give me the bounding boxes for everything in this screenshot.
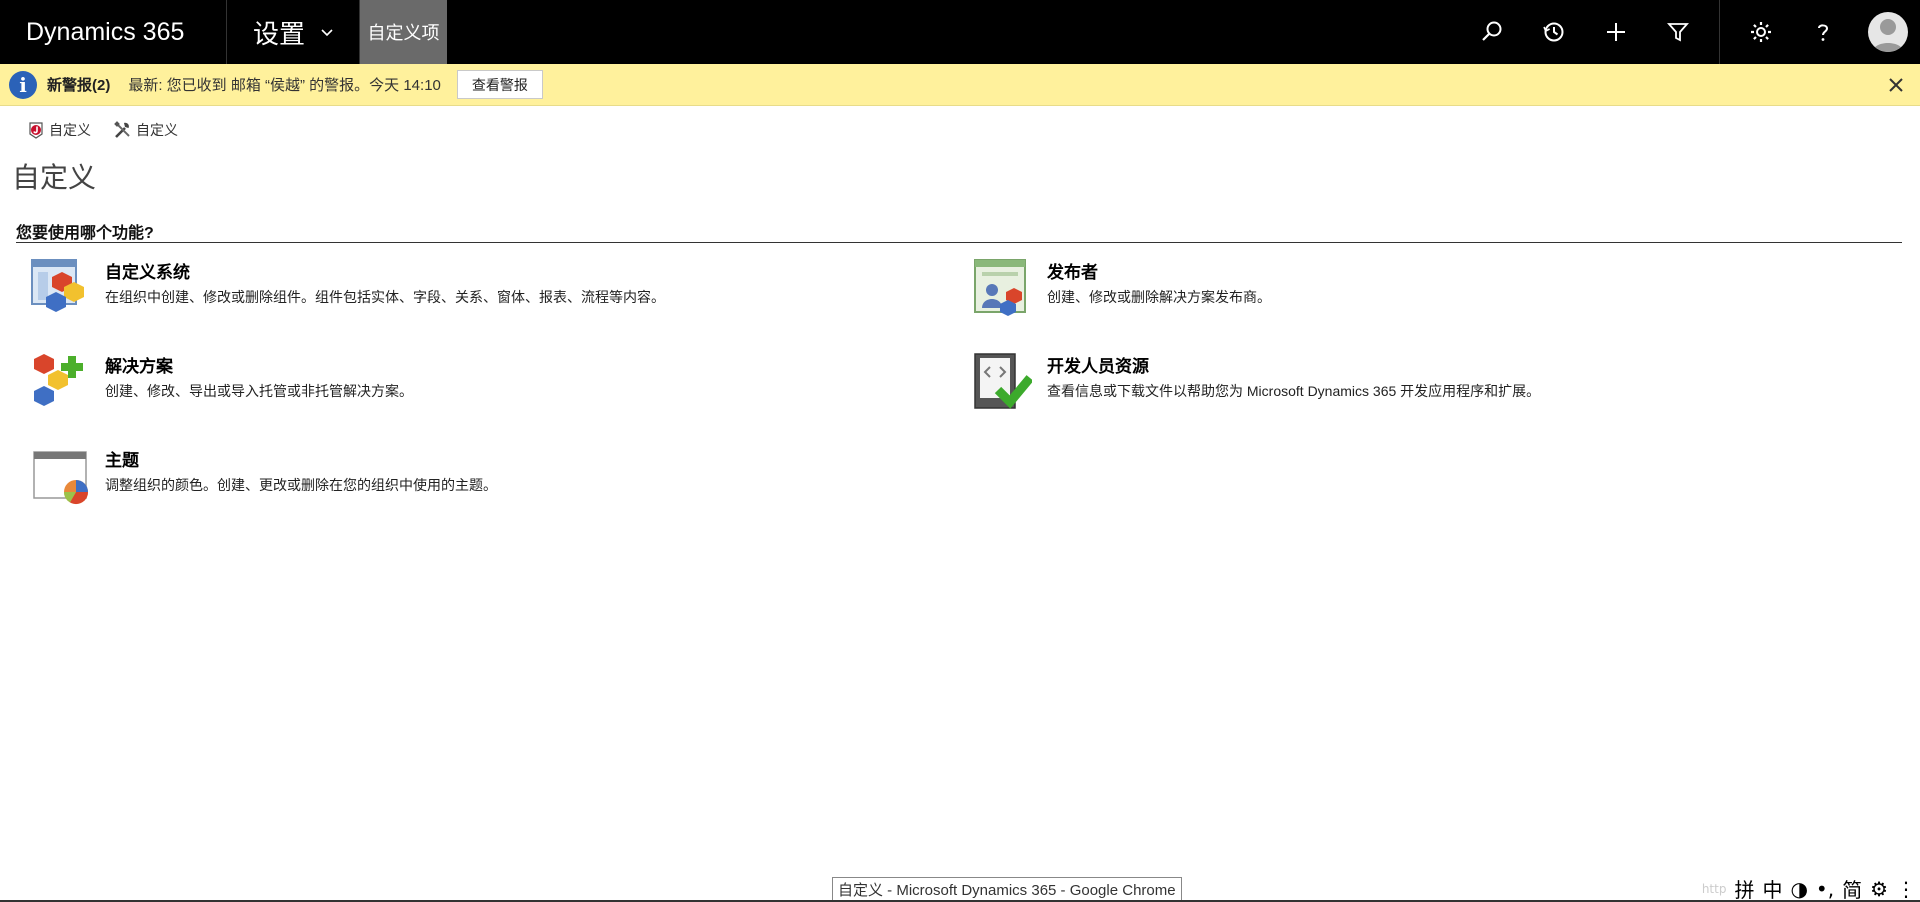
avatar-icon [1873, 19, 1903, 52]
ime-punctuation-icon[interactable]: •, [1816, 877, 1834, 901]
ime-width-icon[interactable]: ◑ [1790, 877, 1807, 901]
ime-pinyin-icon[interactable]: 拼 [1734, 874, 1754, 902]
area-selector[interactable]: 设置 [227, 0, 360, 64]
alert-close-button[interactable] [1884, 73, 1908, 97]
advanced-find-button[interactable] [1647, 0, 1709, 64]
view-alerts-button[interactable]: 查看警报 [456, 70, 543, 99]
info-icon: i [9, 70, 37, 99]
themes-icon [33, 451, 88, 505]
ime-faint-text: http [1701, 881, 1727, 896]
alert-message: 最新: 您已收到 邮箱 “侯越” 的警报。今天 14:10 [128, 77, 441, 94]
solutions-icon [34, 354, 83, 406]
search-icon [1482, 21, 1502, 41]
chevron-down-icon [321, 29, 333, 37]
feature-developer-resources[interactable]: 开发人员资源 查看信息或下载文件以帮助您为 Microsoft Dynamics… [972, 352, 1540, 412]
command-solution-label: 自定义 [49, 122, 91, 138]
feature-themes[interactable]: 主题 调整组织的颜色。创建、更改或删除在您的组织中使用的主题。 [30, 446, 497, 506]
app-brand[interactable]: Dynamics 365 [0, 0, 227, 64]
feature-title: 发布者 [1047, 263, 1098, 282]
feature-publishers[interactable]: 发布者 创建、修改或删除解决方案发布商。 [972, 258, 1271, 318]
customize-system-icon [31, 259, 84, 312]
breadcrumb-customizations[interactable]: 自定义项 [360, 0, 447, 64]
ime-settings-icon[interactable]: ⚙ [1870, 877, 1888, 901]
feature-customize-system[interactable]: 自定义系统 在组织中创建、修改或删除组件。组件包括实体、字段、关系、窗体、报表、… [30, 258, 665, 318]
recent-button[interactable] [1523, 0, 1585, 64]
publishers-icon [974, 259, 1026, 316]
command-customize-label: 自定义 [136, 122, 178, 138]
feature-title: 解决方案 [105, 357, 173, 376]
tools-icon [114, 121, 130, 138]
command-solution[interactable]: 自定义 [26, 120, 91, 140]
ime-chinese-mode-icon[interactable]: 中 [1762, 874, 1782, 902]
page-title: 自定义 [12, 162, 97, 193]
help-button[interactable] [1792, 0, 1854, 64]
history-icon [1543, 22, 1564, 42]
command-bar: 自定义 自定义 [0, 115, 178, 145]
solution-icon [29, 122, 43, 139]
search-button[interactable] [1461, 0, 1523, 64]
section-divider [16, 242, 1902, 243]
top-nav-bar: Dynamics 365 设置 自定义项 [0, 0, 1920, 64]
close-icon [1889, 78, 1903, 92]
feature-description: 调整组织的颜色。创建、更改或删除在您的组织中使用的主题。 [105, 477, 497, 493]
gear-icon [1751, 22, 1771, 42]
feature-description: 创建、修改、导出或导入托管或非托管解决方案。 [105, 383, 413, 399]
feature-title: 自定义系统 [105, 263, 190, 282]
feature-title: 主题 [105, 451, 139, 470]
feature-description: 在组织中创建、修改或删除组件。组件包括实体、字段、关系、窗体、报表、流程等内容。 [105, 289, 665, 305]
developer-resources-icon [974, 353, 1032, 409]
user-avatar[interactable] [1868, 12, 1908, 52]
ime-simplified-icon[interactable]: 简 [1842, 874, 1862, 902]
help-icon [1818, 24, 1829, 41]
alert-bar: i 新警报(2) 最新: 您已收到 邮箱 “侯越” 的警报。今天 14:10 查… [0, 64, 1920, 106]
filter-icon [1667, 23, 1689, 42]
ime-more-icon[interactable]: ⋮ [1896, 877, 1916, 901]
settings-button[interactable] [1730, 0, 1792, 64]
plus-icon [1607, 23, 1625, 41]
alert-title: 新警报(2) [47, 77, 111, 94]
command-customize[interactable]: 自定义 [113, 120, 178, 140]
ime-toolbar: http 拼 中 ◑ •, 简 ⚙ ⋮ [1702, 875, 1920, 902]
area-label: 设置 [253, 18, 306, 49]
create-button[interactable] [1585, 0, 1647, 64]
section-heading: 您要使用哪个功能? [16, 225, 154, 242]
window-title-tooltip: 自定义 - Microsoft Dynamics 365 - Google Ch… [832, 877, 1182, 901]
feature-title: 开发人员资源 [1047, 357, 1149, 376]
top-actions [1461, 0, 1920, 64]
feature-description: 创建、修改或删除解决方案发布商。 [1047, 289, 1271, 305]
feature-solutions[interactable]: 解决方案 创建、修改、导出或导入托管或非托管解决方案。 [30, 352, 413, 412]
feature-description: 查看信息或下载文件以帮助您为 Microsoft Dynamics 365 开发… [1047, 383, 1541, 399]
